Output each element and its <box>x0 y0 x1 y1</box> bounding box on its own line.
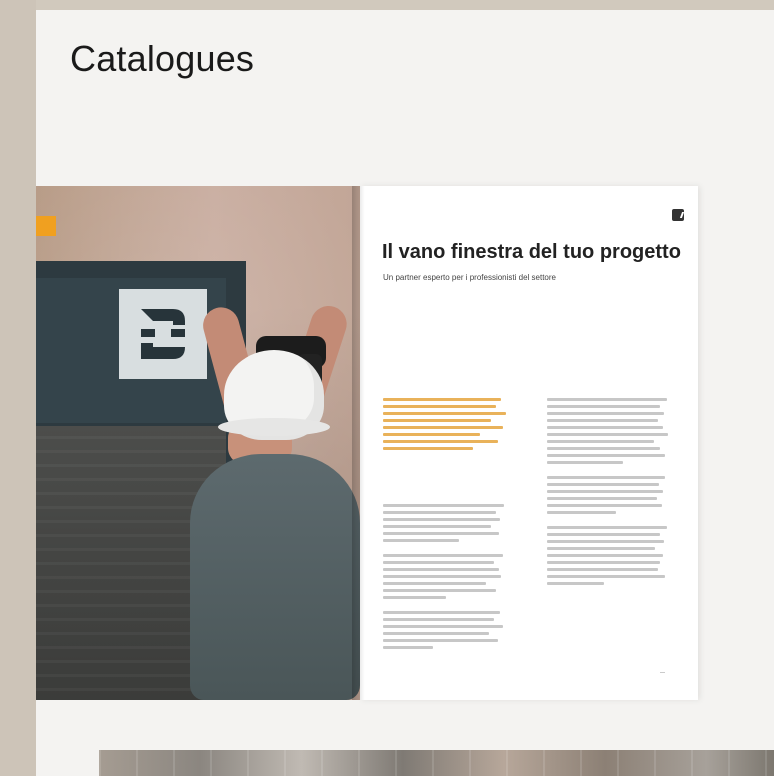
catalogue-spine <box>352 186 370 700</box>
brand-logo-icon <box>119 289 207 379</box>
catalogue-subtitle: Un partner esperto per i professionisti … <box>383 273 556 282</box>
catalogue-text-page: Il vano finestra del tuo progetto Un par… <box>360 186 698 700</box>
section-tag <box>36 216 56 236</box>
catalogue-card[interactable]: Il vano finestra del tuo progetto Un par… <box>36 186 774 700</box>
worker-photo <box>190 454 360 700</box>
next-catalogue-image[interactable] <box>99 750 774 776</box>
catalogue-title: Il vano finestra del tuo progetto <box>382 241 681 263</box>
catalogues-section: Catalogues Il vano finestra del tuo prog… <box>36 10 774 776</box>
right-page-number: — <box>660 670 665 676</box>
left-background-strip <box>0 0 36 776</box>
body-text-column-right <box>547 398 673 589</box>
body-text-column-left <box>383 504 509 653</box>
corner-logo-icon <box>672 209 684 221</box>
highlight-text-block <box>383 398 511 454</box>
page-title: Catalogues <box>70 38 255 79</box>
catalogue-photo-page <box>36 186 360 700</box>
